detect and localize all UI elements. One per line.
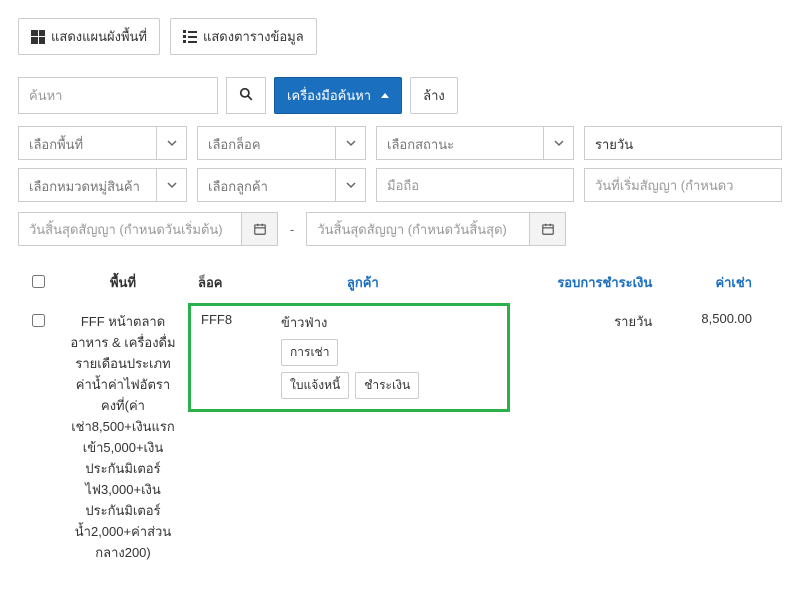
search-tools-label: เครื่องมือค้นหา (287, 85, 371, 106)
calendar-icon[interactable] (529, 213, 565, 245)
header-payment-cycle[interactable]: รอบการชำระเงิน (510, 264, 662, 302)
row-checkbox[interactable] (32, 314, 45, 327)
clear-button[interactable]: ล้าง (410, 77, 458, 114)
results-table: พื้นที่ ล็อค ลูกค้า รอบการชำระเงิน ค่าเช… (18, 264, 782, 571)
search-icon (239, 87, 253, 101)
mobile-input[interactable] (376, 168, 574, 202)
header-customer[interactable]: ลูกค้า (337, 264, 511, 302)
contract-end-end-input[interactable] (307, 213, 529, 245)
list-icon (183, 30, 197, 44)
chevron-down-icon (335, 169, 365, 201)
area-select-label: เลือกพื้นที่ (19, 127, 156, 159)
header-lock: ล็อค (188, 264, 337, 302)
invoice-action-button[interactable]: ใบแจ้งหนี้ (281, 372, 349, 399)
chevron-down-icon (156, 169, 186, 201)
lock-select-label: เลือกล็อค (198, 127, 335, 159)
header-rent[interactable]: ค่าเช่า (662, 264, 782, 302)
calendar-icon[interactable] (241, 213, 277, 245)
category-select-label: เลือกหมวดหมู่สินค้า (19, 169, 156, 201)
category-select[interactable]: เลือกหมวดหมู่สินค้า (18, 168, 187, 202)
search-tools-button[interactable]: เครื่องมือค้นหา (274, 77, 402, 114)
chevron-down-icon (335, 127, 365, 159)
contract-end-start-input[interactable] (19, 213, 241, 245)
cell-payment-cycle: รายวัน (510, 302, 662, 571)
customer-select[interactable]: เลือกลูกค้า (197, 168, 366, 202)
show-map-label: แสดงแผนผังพื้นที่ (51, 26, 147, 47)
date-range-dash: - (286, 212, 298, 246)
area-select[interactable]: เลือกพื้นที่ (18, 126, 187, 160)
rent-action-button[interactable]: การเช่า (281, 339, 338, 366)
cell-lock: FFF8 (201, 312, 251, 399)
table-row: FFF หน้าตลาด อาหาร & เครื่องดื่ม รายเดือ… (18, 302, 782, 571)
period-select[interactable]: รายวัน (584, 126, 782, 160)
status-select-label: เลือกสถานะ (377, 127, 543, 159)
header-area: พื้นที่ (58, 264, 188, 302)
show-table-button[interactable]: แสดงตารางข้อมูล (170, 18, 317, 55)
search-button[interactable] (226, 77, 266, 114)
contract-end-end-group[interactable] (306, 212, 566, 246)
show-table-label: แสดงตารางข้อมูล (203, 26, 304, 47)
select-all-checkbox[interactable] (32, 275, 45, 288)
status-select[interactable]: เลือกสถานะ (376, 126, 574, 160)
cell-rent: 8,500.00 (662, 302, 782, 571)
chevron-down-icon (543, 127, 573, 159)
clear-label: ล้าง (423, 85, 445, 106)
chevron-up-icon (381, 93, 389, 98)
cell-customer-name: ข้าวฟ่าง (281, 312, 327, 333)
grid-icon (31, 30, 45, 44)
period-select-value: รายวัน (585, 127, 781, 159)
search-input[interactable] (18, 77, 218, 114)
customer-select-label: เลือกลูกค้า (198, 169, 335, 201)
show-map-button[interactable]: แสดงแผนผังพื้นที่ (18, 18, 160, 55)
pay-action-button[interactable]: ชำระเงิน (355, 372, 419, 399)
lock-select[interactable]: เลือกล็อค (197, 126, 366, 160)
cell-area: FFF หน้าตลาด อาหาร & เครื่องดื่ม รายเดือ… (58, 302, 188, 571)
chevron-down-icon (156, 127, 186, 159)
contract-end-start-group[interactable] (18, 212, 278, 246)
contract-start-input[interactable] (584, 168, 782, 202)
